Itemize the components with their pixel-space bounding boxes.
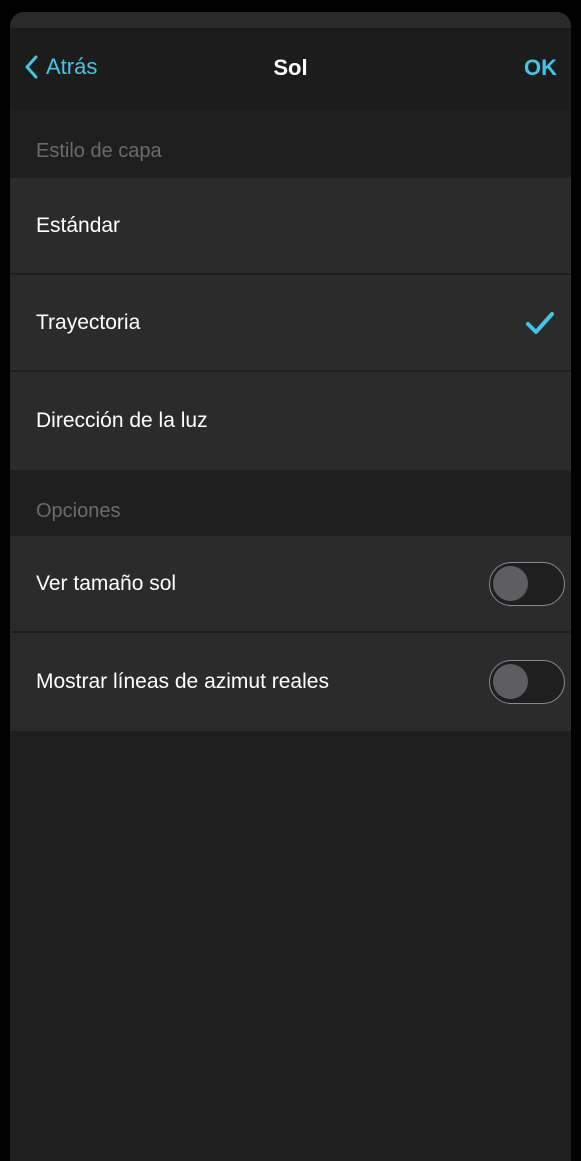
sheet-top-edge: [10, 12, 571, 28]
toggle-knob: [493, 664, 528, 699]
checkmark-icon: [526, 311, 554, 334]
layer-style-option-standard[interactable]: Estándar: [10, 178, 571, 273]
sun-layer-settings-sheet: Atrás Sol OK Estilo de capa Estándar Tra…: [10, 12, 571, 1161]
option-label: Estándar: [36, 213, 121, 237]
section-header-options: Opciones: [10, 470, 571, 536]
toggle-knob: [493, 565, 528, 601]
page-title: Sol: [273, 55, 308, 80]
toggle-row-real-azimuth-lines: Mostrar líneas de azimut reales: [10, 633, 571, 731]
ok-button[interactable]: OK: [524, 55, 557, 81]
section-header-layer-style: Estilo de capa: [10, 110, 571, 178]
navigation-bar: Atrás Sol OK: [10, 28, 571, 110]
layer-style-option-trajectory[interactable]: Trayectoria: [10, 275, 571, 370]
real-azimuth-lines-toggle[interactable]: [489, 660, 565, 704]
sun-size-toggle[interactable]: [489, 561, 565, 606]
toggle-label: Mostrar líneas de azimut reales: [36, 670, 329, 693]
layer-style-option-light-direction[interactable]: Dirección de la luz: [10, 372, 571, 470]
toggle-label: Ver tamaño sol: [36, 571, 177, 595]
section-header-label: Opciones: [36, 500, 121, 522]
option-label: Trayectoria: [36, 310, 141, 334]
option-label: Dirección de la luz: [36, 409, 208, 432]
section-header-label: Estilo de capa: [36, 140, 162, 162]
toggle-row-sun-size: Ver tamaño sol: [10, 536, 571, 631]
